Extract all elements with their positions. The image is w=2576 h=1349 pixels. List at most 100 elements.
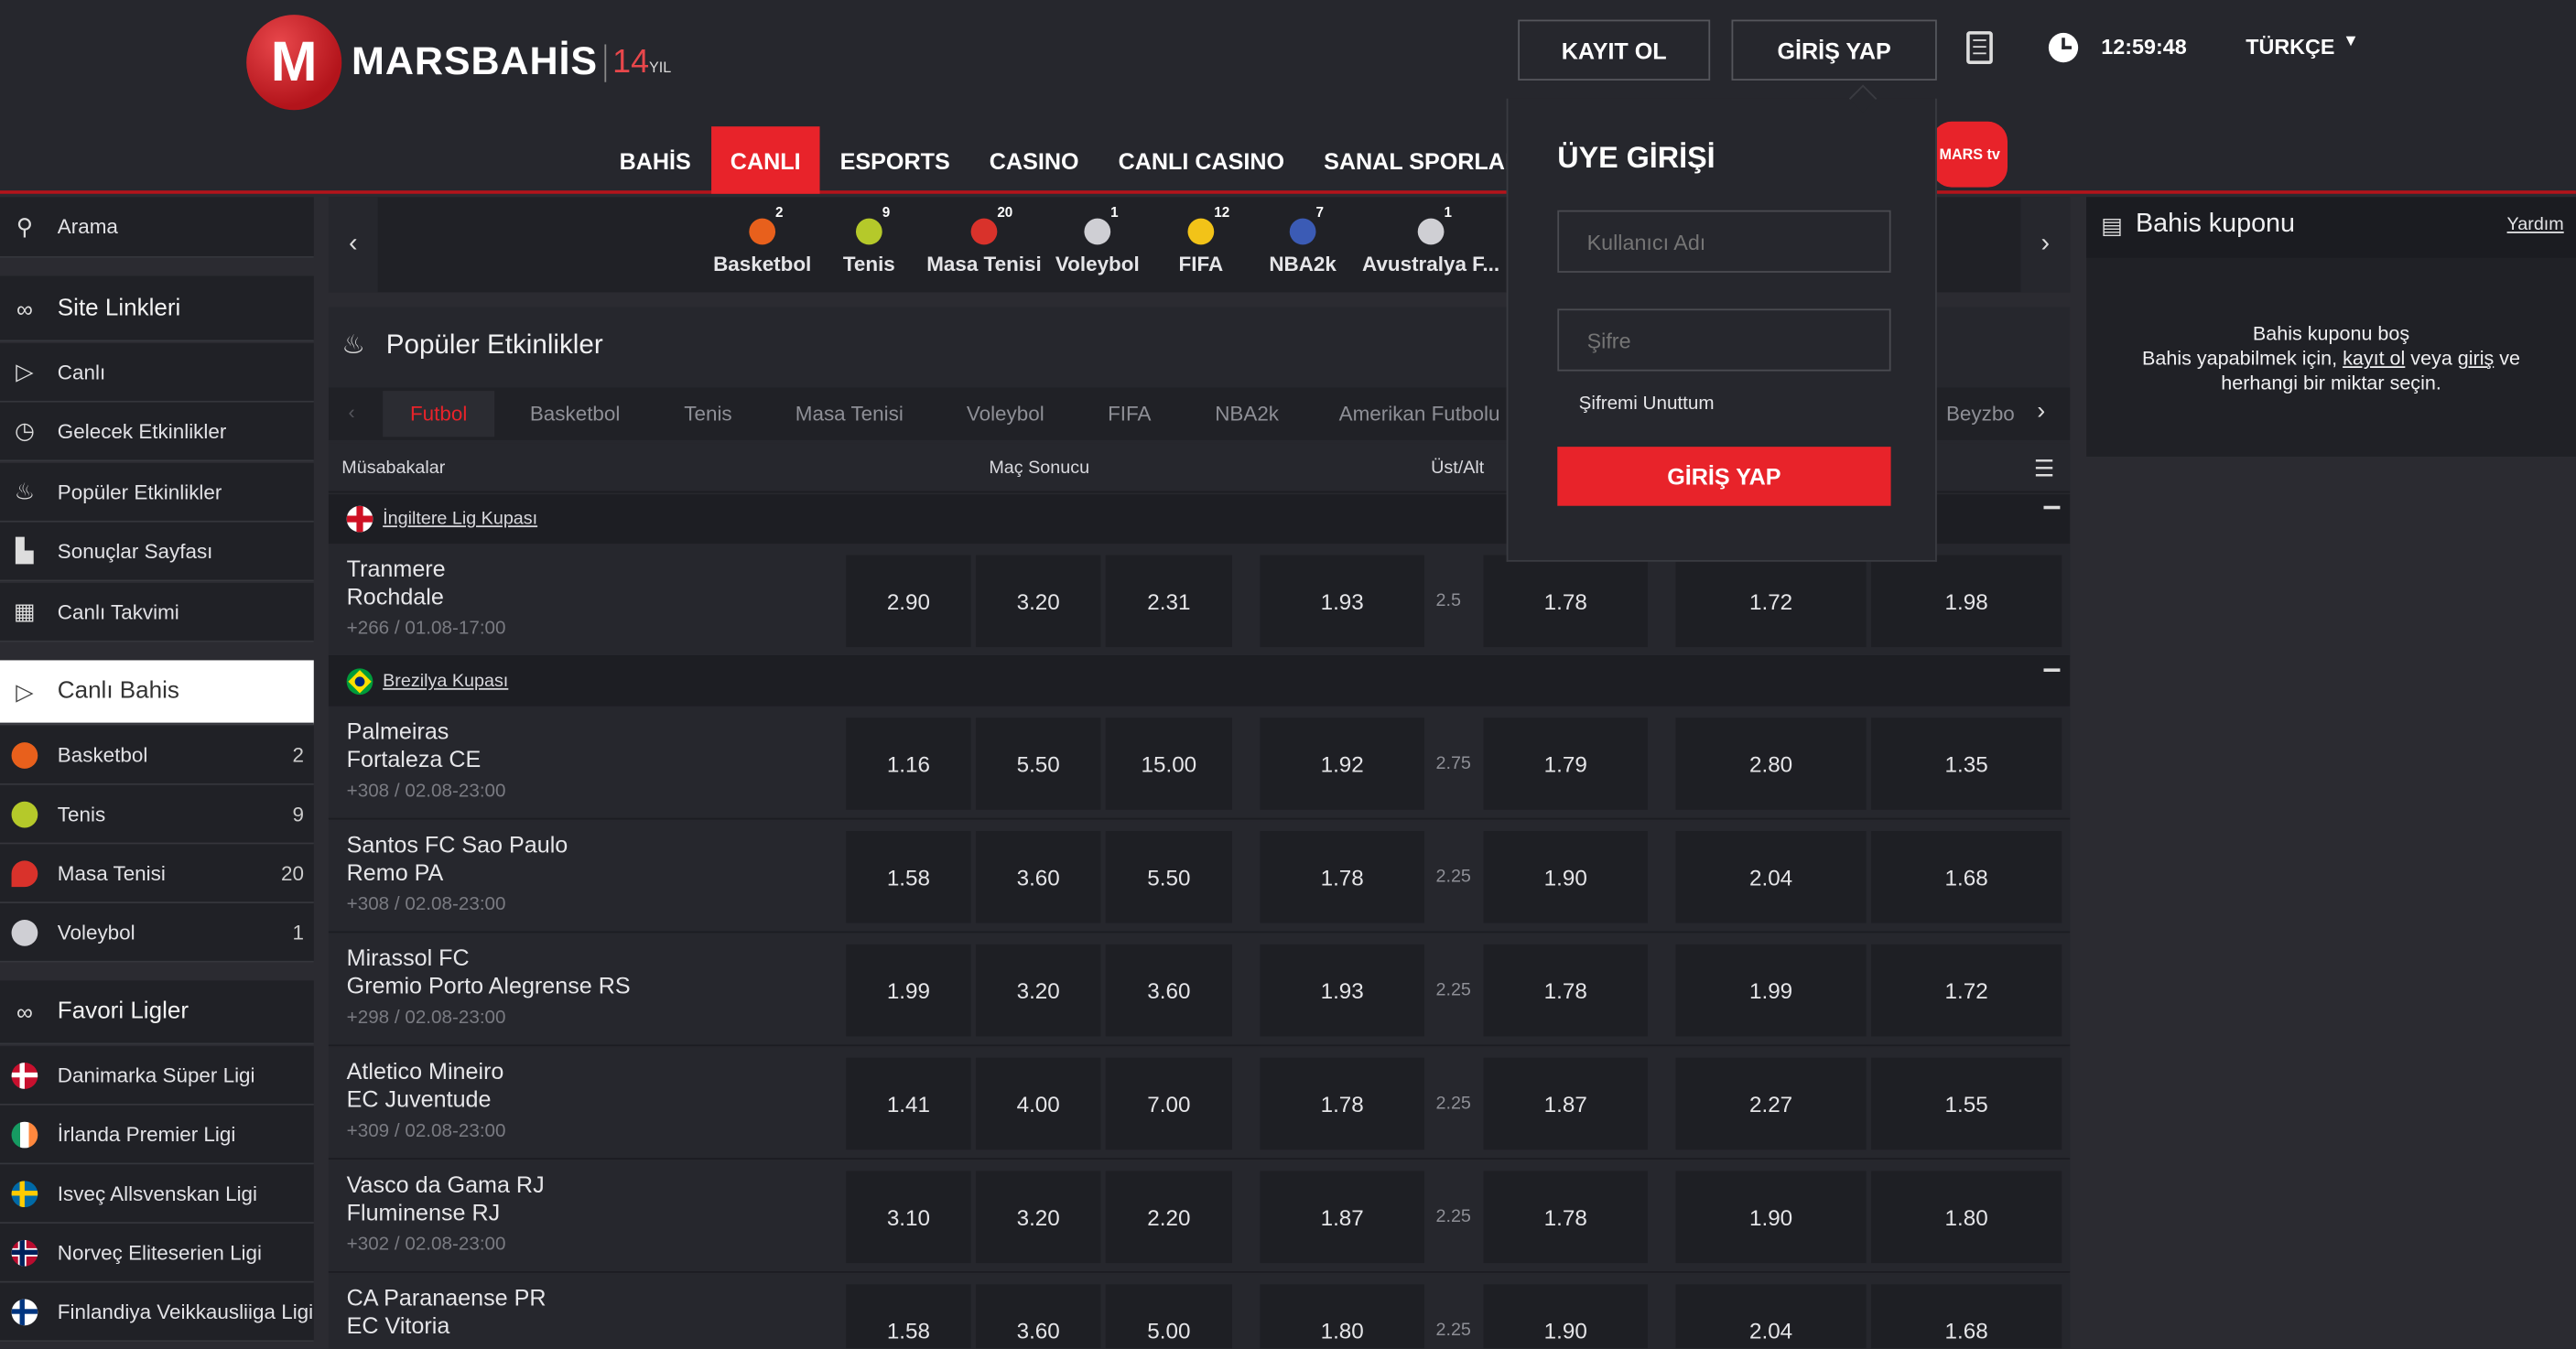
- password-field[interactable]: [1557, 308, 1891, 372]
- odds-button[interactable]: 4.00: [975, 1057, 1101, 1150]
- home-team[interactable]: Santos FC Sao Paulo: [347, 831, 568, 858]
- coupon-login-link[interactable]: giriş: [2458, 347, 2495, 370]
- register-button[interactable]: KAYIT OL: [1518, 19, 1711, 81]
- sidebar-search[interactable]: ⚲ Arama: [0, 197, 314, 258]
- fav-league-finland[interactable]: Finlandiya Veikkausliiga Ligi: [0, 1282, 314, 1343]
- odds-button[interactable]: 1.72: [1675, 555, 1867, 648]
- odds-button[interactable]: 3.20: [975, 944, 1101, 1037]
- list-view-icon[interactable]: ☰: [2034, 455, 2055, 483]
- odds-button[interactable]: 1.87: [1260, 1171, 1424, 1264]
- odds-button[interactable]: 1.78: [1483, 555, 1648, 648]
- odds-button[interactable]: 1.78: [1483, 1171, 1648, 1264]
- nav-esports[interactable]: ESPORTS: [820, 126, 969, 194]
- tab-7[interactable]: Amerikan Futbolu: [1323, 391, 1517, 437]
- odds-button[interactable]: 7.00: [1105, 1057, 1232, 1150]
- tab-6[interactable]: NBA2k: [1191, 391, 1303, 437]
- odds-button[interactable]: 1.35: [1871, 718, 2062, 810]
- home-team[interactable]: Palmeiras: [347, 718, 449, 744]
- tab-3[interactable]: Masa Tenisi: [780, 391, 918, 437]
- carousel-prev-icon[interactable]: ‹: [328, 197, 378, 293]
- live-sport-voleybol[interactable]: Voleybol 1: [0, 903, 314, 963]
- odds-button[interactable]: 1.68: [1871, 1284, 2062, 1349]
- live-betting-header[interactable]: ▷ Canlı Bahis: [0, 660, 314, 725]
- odds-button[interactable]: 1.90: [1675, 1171, 1867, 1264]
- match-meta[interactable]: +266 / 01.08-17:00: [347, 620, 506, 640]
- carousel-next-icon[interactable]: ›: [2020, 197, 2071, 293]
- tab-8[interactable]: Beyzbo: [1935, 391, 2026, 437]
- fav-league-sweden[interactable]: Isveç Allsvenskan Ligi: [0, 1164, 314, 1224]
- match-meta[interactable]: +309 / 02.08-23:00: [347, 1122, 506, 1142]
- live-sport-masa-tenisi[interactable]: Masa Tenisi 20: [0, 844, 314, 904]
- odds-button[interactable]: 1.93: [1260, 944, 1424, 1037]
- odds-button[interactable]: 1.58: [846, 1284, 971, 1349]
- odds-button[interactable]: 1.16: [846, 718, 971, 810]
- away-team[interactable]: EC Vitoria: [347, 1312, 450, 1339]
- nav-bahis[interactable]: BAHİS: [600, 126, 710, 194]
- odds-button[interactable]: 1.90: [1483, 831, 1648, 923]
- odds-button[interactable]: 1.72: [1871, 944, 2062, 1037]
- league-name[interactable]: İngiltere Lig Kupası: [383, 509, 537, 529]
- betslip-history-icon[interactable]: [1966, 31, 1993, 64]
- sidebar-item-calendar[interactable]: ▦ Canlı Takvimi: [0, 583, 314, 642]
- coupon-help-link[interactable]: Yardım: [2507, 215, 2564, 235]
- match-meta[interactable]: +302 / 02.08-23:00: [347, 1236, 506, 1256]
- odds-button[interactable]: 1.99: [846, 944, 971, 1037]
- home-team[interactable]: Tranmere: [347, 556, 446, 582]
- odds-button[interactable]: 1.90: [1483, 1284, 1648, 1349]
- away-team[interactable]: Remo PA: [347, 859, 444, 886]
- away-team[interactable]: Fluminense RJ: [347, 1199, 501, 1225]
- sidebar-item-canli[interactable]: ▷ Canlı: [0, 343, 314, 403]
- odds-button[interactable]: 5.50: [1105, 831, 1232, 923]
- odds-button[interactable]: 1.79: [1483, 718, 1648, 810]
- tab-4[interactable]: Voleybol: [947, 391, 1063, 437]
- nav-casino[interactable]: CASINO: [969, 126, 1099, 194]
- odds-button[interactable]: 1.80: [1871, 1171, 2062, 1264]
- odds-button[interactable]: 2.31: [1105, 555, 1232, 648]
- odds-button[interactable]: 2.80: [1675, 718, 1867, 810]
- header-login-button[interactable]: GİRİŞ YAP: [1731, 19, 1937, 81]
- fav-league-denmark[interactable]: Danimarka Süper Ligi: [0, 1046, 314, 1106]
- odds-button[interactable]: 3.60: [1105, 944, 1232, 1037]
- home-team[interactable]: Mirassol FC: [347, 944, 470, 971]
- live-sport-basketbol[interactable]: Basketbol 2: [0, 726, 314, 785]
- tabs-next-icon[interactable]: ›: [2037, 397, 2045, 426]
- odds-button[interactable]: 1.41: [846, 1057, 971, 1150]
- collapse-icon[interactable]: [2043, 505, 2061, 510]
- odds-button[interactable]: 5.50: [975, 718, 1101, 810]
- odds-button[interactable]: 1.55: [1871, 1057, 2062, 1150]
- odds-button[interactable]: 1.99: [1675, 944, 1867, 1037]
- sidebar-item-results[interactable]: ▙ Sonuçlar Sayfası: [0, 522, 314, 582]
- league-header[interactable]: Brezilya Kupası: [328, 656, 2071, 707]
- sidebar-item-popular[interactable]: ♨ Popüler Etkinlikler: [0, 463, 314, 523]
- tab-5[interactable]: FIFA: [1084, 391, 1174, 437]
- username-field[interactable]: [1557, 210, 1891, 273]
- login-submit-button[interactable]: GİRİŞ YAP: [1557, 447, 1891, 506]
- odds-button[interactable]: 3.20: [975, 1171, 1101, 1264]
- collapse-icon[interactable]: [2043, 668, 2061, 672]
- odds-button[interactable]: 3.20: [975, 555, 1101, 648]
- nav-canli-casino[interactable]: CANLI CASINO: [1099, 126, 1304, 194]
- home-team[interactable]: Vasco da Gama RJ: [347, 1171, 545, 1198]
- away-team[interactable]: EC Juventude: [347, 1085, 492, 1112]
- odds-button[interactable]: 3.60: [975, 1284, 1101, 1349]
- tabs-prev-icon[interactable]: ‹: [348, 401, 354, 424]
- away-team[interactable]: Gremio Porto Alegrense RS: [347, 972, 631, 998]
- home-team[interactable]: Atletico Mineiro: [347, 1058, 504, 1085]
- odds-button[interactable]: 1.98: [1871, 555, 2062, 648]
- odds-button[interactable]: 2.90: [846, 555, 971, 648]
- tab-0[interactable]: Futbol: [383, 391, 495, 437]
- odds-button[interactable]: 15.00: [1105, 718, 1232, 810]
- odds-button[interactable]: 1.68: [1871, 831, 2062, 923]
- odds-button[interactable]: 5.00: [1105, 1284, 1232, 1349]
- language-select[interactable]: TÜRKÇE: [2246, 35, 2334, 59]
- odds-button[interactable]: 1.93: [1260, 555, 1424, 648]
- league-name[interactable]: Brezilya Kupası: [383, 672, 508, 692]
- fav-league-norway[interactable]: Norveç Eliteserien Ligi: [0, 1223, 314, 1283]
- coupon-register-link[interactable]: kayıt ol: [2343, 347, 2405, 370]
- odds-button[interactable]: 1.80: [1260, 1284, 1424, 1349]
- odds-button[interactable]: 1.58: [846, 831, 971, 923]
- match-meta[interactable]: +298 / 02.08-23:00: [347, 1009, 506, 1029]
- nav-canli[interactable]: CANLI: [710, 126, 821, 194]
- sidebar-item-upcoming[interactable]: ◷ Gelecek Etkinlikler: [0, 402, 314, 462]
- live-sport-tenis[interactable]: Tenis 9: [0, 784, 314, 845]
